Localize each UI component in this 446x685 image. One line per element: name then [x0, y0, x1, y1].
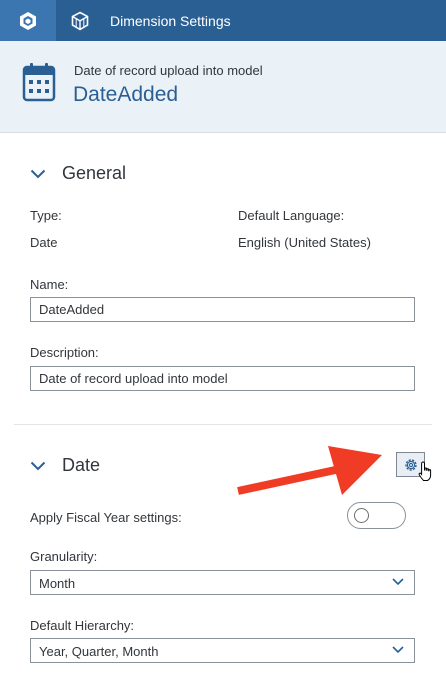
date-section-heading: Date [62, 455, 101, 475]
granularity-label: Granularity: [30, 549, 98, 564]
switch-knob [354, 508, 369, 523]
chevron-down-icon [392, 578, 404, 586]
calendar-icon [22, 63, 56, 102]
name-label: Name: [30, 277, 69, 292]
fiscal-year-switch[interactable] [347, 502, 406, 529]
dimension-settings-tab[interactable]: Dimension Settings [70, 0, 231, 41]
cube-logo-icon [20, 11, 36, 30]
name-input[interactable] [30, 297, 415, 322]
type-value: Date [30, 235, 58, 250]
hand-cursor-icon [418, 461, 432, 481]
granularity-select[interactable]: Month [30, 570, 415, 595]
description-input[interactable] [30, 366, 415, 391]
description-label: Description: [30, 345, 99, 360]
gear-icon [404, 458, 417, 471]
type-label: Type: [30, 208, 62, 223]
object-header: Date of record upload into model DateAdd… [0, 41, 446, 133]
annotation-arrow-icon [237, 446, 382, 495]
default-hierarchy-value: Year, Quarter, Month [39, 644, 159, 659]
granularity-value: Month [39, 576, 76, 591]
chevron-down-icon [30, 461, 46, 470]
tab-title: Dimension Settings [110, 12, 231, 29]
date-section-toggle[interactable]: Date [30, 455, 100, 476]
general-section-heading: General [62, 163, 127, 183]
page-title: DateAdded [73, 83, 179, 106]
fiscal-year-label: Apply Fiscal Year settings: [30, 510, 182, 525]
header-subtitle: Date of record upload into model [74, 63, 263, 78]
default-hierarchy-select[interactable]: Year, Quarter, Month [30, 638, 415, 663]
cube-outline-icon [71, 11, 89, 30]
home-tab[interactable] [0, 0, 56, 41]
shell-bar: Dimension Settings [0, 0, 446, 41]
chevron-down-icon [30, 169, 46, 178]
default-hierarchy-label: Default Hierarchy: [30, 618, 135, 633]
section-divider [14, 424, 432, 425]
default-language-label: Default Language: [238, 208, 345, 223]
default-language-value: English (United States) [238, 235, 371, 250]
general-section-toggle[interactable]: General [30, 163, 126, 184]
chevron-down-icon [392, 646, 404, 654]
